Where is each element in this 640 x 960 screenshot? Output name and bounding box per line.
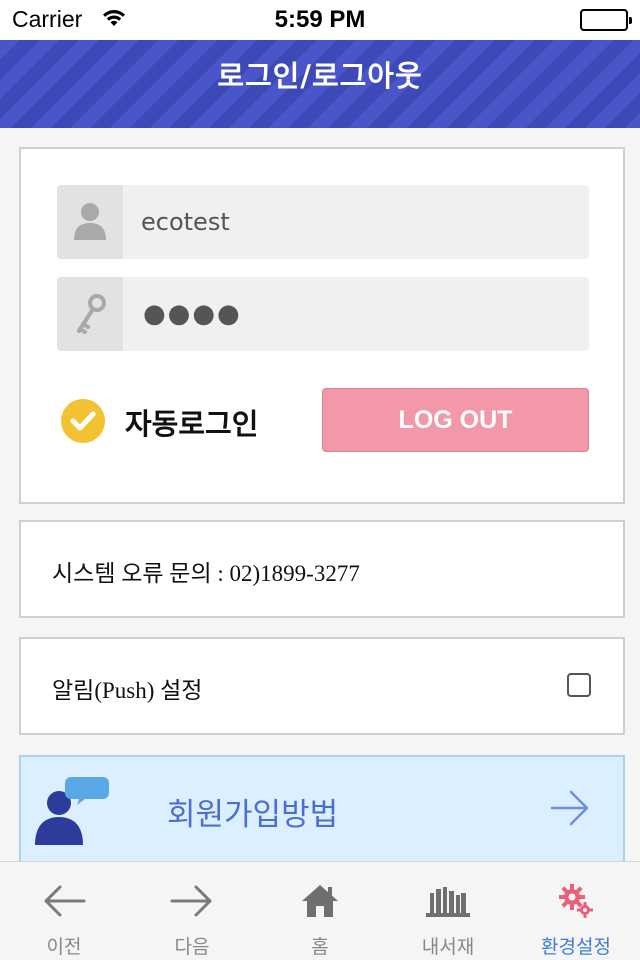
tab-settings-label: 환경설정 (541, 936, 611, 958)
home-icon (256, 880, 384, 922)
tab-previous-label: 이전 (46, 936, 82, 958)
bookshelf-icon (384, 880, 512, 922)
tab-bookshelf-label: 내서재 (421, 936, 475, 958)
tab-home-label: 홈 (311, 936, 329, 958)
contact-text: 시스템 오류 문의 : 02)1899-3277 (52, 561, 360, 586)
key-icon (57, 277, 123, 351)
push-setting-label: 알림(Push) 설정 (52, 678, 203, 703)
status-time: 5:59 PM (274, 6, 366, 33)
push-setting-row: 알림(Push) 설정 (19, 637, 625, 735)
battery-icon (580, 9, 632, 31)
tab-settings[interactable]: 환경설정 (512, 862, 640, 960)
gear-icon (512, 880, 640, 922)
password-field[interactable]: ●●●● (57, 277, 589, 351)
header-bar: 로그인/로그아웃 (0, 40, 640, 128)
tab-next-label: 다음 (174, 936, 210, 958)
page-title: 로그인/로그아웃 (217, 59, 423, 93)
contact-row: 시스템 오류 문의 : 02)1899-3277 (19, 520, 625, 618)
join-guide-banner[interactable]: 회원가입방법 (19, 755, 625, 865)
tab-home[interactable]: 홈 (256, 862, 384, 960)
tab-bookshelf[interactable]: 내서재 (384, 862, 512, 960)
arrow-right-icon (128, 880, 256, 922)
auto-login-label: 자동로그인 (125, 407, 259, 441)
join-guide-label: 회원가입방법 (167, 797, 339, 833)
bottom-tab-bar: 이전 다음 홈 내서재 환경설정 (0, 861, 640, 960)
member-chat-icon (33, 773, 129, 851)
push-checkbox[interactable] (567, 673, 591, 697)
status-bar: Carrier 5:59 PM (0, 0, 640, 40)
logout-button[interactable]: LOG OUT (322, 388, 589, 452)
check-icon (61, 399, 105, 443)
tab-previous[interactable]: 이전 (0, 862, 128, 960)
arrow-right-icon (549, 787, 591, 833)
arrow-left-icon (0, 880, 128, 922)
user-icon (57, 185, 123, 259)
username-input[interactable] (123, 185, 589, 259)
password-input[interactable]: ●●●● (143, 299, 242, 329)
login-card: ●●●● 자동로그인 LOG OUT (19, 147, 625, 504)
username-field[interactable] (57, 185, 589, 259)
tab-next[interactable]: 다음 (128, 862, 256, 960)
